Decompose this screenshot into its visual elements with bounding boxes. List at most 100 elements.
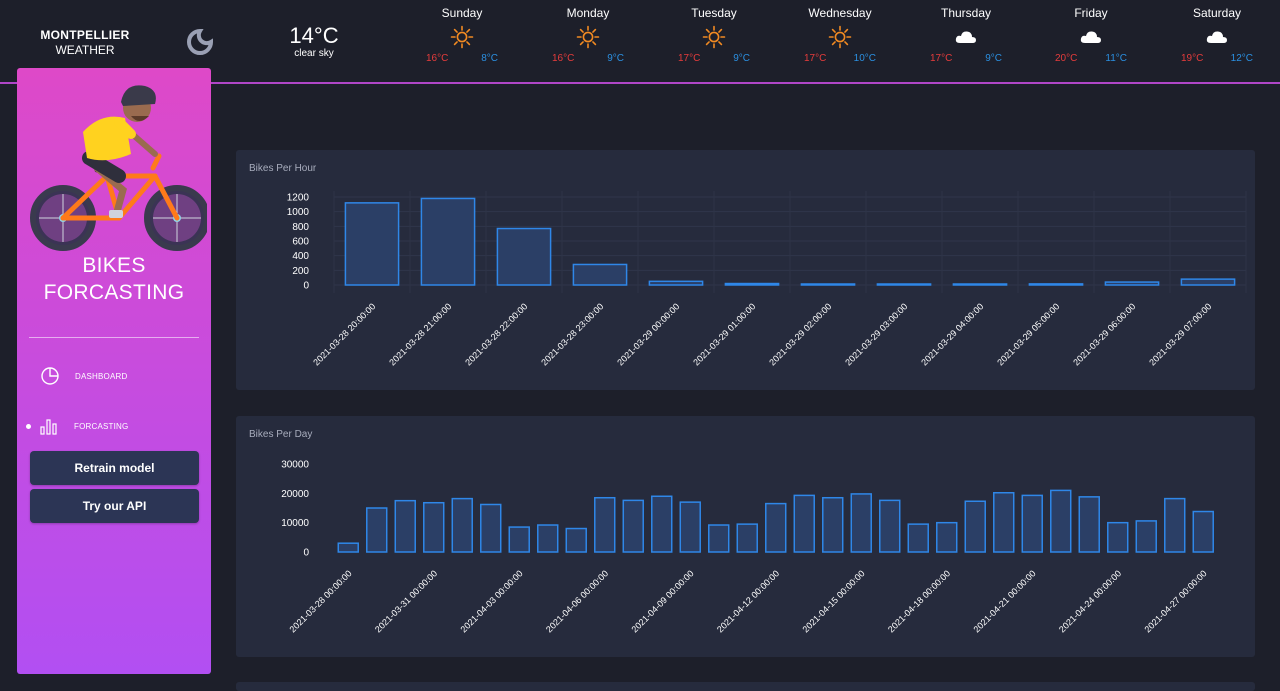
try-api-button[interactable]: Try our API <box>30 489 199 523</box>
x-tick-label: 2021-03-28 20:00:00 <box>311 301 377 367</box>
bar[interactable] <box>344 202 400 286</box>
bar[interactable] <box>736 523 758 553</box>
bar[interactable] <box>1135 520 1157 553</box>
sidebar-item-label: DASHBOARD <box>75 371 128 381</box>
bar[interactable] <box>423 501 445 553</box>
bar[interactable] <box>565 527 587 553</box>
cloud-icon <box>918 22 1014 52</box>
sidebar-item-dashboard[interactable]: DASHBOARD <box>29 363 199 389</box>
forecast-min: 12°C <box>1230 53 1253 64</box>
y-tick-label: 0 <box>303 548 309 559</box>
forecast-day-name: Saturday <box>1192 6 1242 20</box>
bar[interactable] <box>366 507 388 553</box>
bar[interactable] <box>765 502 787 553</box>
bar[interactable] <box>1180 278 1236 286</box>
bar[interactable] <box>537 524 559 553</box>
x-tick-label: 2021-03-29 01:00:00 <box>691 301 757 367</box>
y-tick-label: 20000 <box>281 489 309 500</box>
bar[interactable] <box>480 503 502 553</box>
bar[interactable] <box>879 499 901 553</box>
y-tick-label: 800 <box>292 222 309 233</box>
bikes-per-day-card: Bikes Per Day 30000 20000 10000 0 2021-03-28… <box>236 416 1255 657</box>
bar[interactable] <box>1104 281 1160 286</box>
bar[interactable] <box>337 542 359 553</box>
forecast-day-name: Wednesday <box>808 6 872 20</box>
bar[interactable] <box>394 499 416 553</box>
forecast-day: Wednesday 17°C 10°C <box>792 6 888 64</box>
forecast-day: Tuesday 17°C 9°C <box>666 6 762 64</box>
forecast-day: Friday 20°C 11°C <box>1043 6 1139 64</box>
bar[interactable] <box>1164 497 1186 553</box>
bar[interactable] <box>1078 496 1100 553</box>
x-tick-label: 2021-04-12 00:00:00 <box>715 568 781 634</box>
theme-toggle-moon-icon[interactable] <box>186 28 214 56</box>
bar[interactable] <box>952 283 1008 286</box>
bar[interactable] <box>679 501 701 553</box>
bar[interactable] <box>964 500 986 553</box>
x-tick-label: 2021-03-28 00:00:00 <box>287 568 353 634</box>
forecast-day-name: Friday <box>1074 6 1108 20</box>
sidebar: BIKES FORCASTING DASHBOARD FORCASTING Re… <box>17 68 211 674</box>
bikes-per-hour-chart: 1200 1000 800 600 400 200 02021-03-28 20:00:00… <box>287 191 1247 368</box>
sidebar-item-label: FORCASTING <box>74 421 129 431</box>
bar[interactable] <box>1107 521 1129 553</box>
x-tick-label: 2021-03-29 05:00:00 <box>995 301 1061 367</box>
bar[interactable] <box>1021 494 1043 553</box>
pie-chart-icon <box>40 365 62 387</box>
bar[interactable] <box>1028 283 1084 286</box>
x-tick-label: 2021-03-31 00:00:00 <box>373 568 439 634</box>
bar[interactable] <box>800 283 856 286</box>
forecast-day: Thursday 17°C 9°C <box>918 6 1014 64</box>
bar[interactable] <box>572 263 628 286</box>
bar[interactable] <box>850 493 872 553</box>
sidebar-item-forcasting[interactable]: FORCASTING <box>26 413 199 439</box>
cloud-icon <box>1043 22 1139 52</box>
retrain-model-button[interactable]: Retrain model <box>30 451 199 485</box>
bar[interactable] <box>508 526 530 553</box>
y-tick-label: 30000 <box>281 460 309 471</box>
current-temperature: 14°C <box>289 23 339 48</box>
bar[interactable] <box>496 227 552 286</box>
y-tick-label: 1200 <box>287 193 310 204</box>
bar[interactable] <box>622 499 644 553</box>
forecast-day-name: Sunday <box>441 6 483 20</box>
y-tick-label: 400 <box>292 251 309 262</box>
cyclist-illustration <box>30 85 207 251</box>
sun-icon <box>666 22 762 52</box>
bar[interactable] <box>1192 510 1214 553</box>
bar[interactable] <box>936 521 958 553</box>
y-tick-label: 1000 <box>287 207 310 218</box>
current-weather: 14°C clear sky <box>270 23 358 60</box>
x-tick-label: 2021-03-29 07:00:00 <box>1147 301 1213 367</box>
bar[interactable] <box>648 280 704 286</box>
forecast-day-name: Thursday <box>940 6 992 20</box>
bar[interactable] <box>651 495 673 553</box>
forecast-min: 10°C <box>853 53 876 64</box>
bar[interactable] <box>793 494 815 553</box>
bar[interactable] <box>708 524 730 553</box>
sidebar-divider <box>29 337 199 338</box>
x-tick-label: 2021-04-03 00:00:00 <box>458 568 524 634</box>
bar[interactable] <box>451 497 473 553</box>
bar[interactable] <box>822 496 844 553</box>
bar[interactable] <box>1050 489 1072 553</box>
x-tick-label: 2021-03-29 03:00:00 <box>843 301 909 367</box>
x-tick-label: 2021-03-29 02:00:00 <box>767 301 833 367</box>
bikes-per-hour-card: Bikes Per Hour 1200 1000 800 600 400 200 0 2021… <box>236 150 1255 390</box>
sun-icon <box>414 22 510 52</box>
bar[interactable] <box>724 282 780 286</box>
bar[interactable] <box>876 283 932 286</box>
forecast-min: 9°C <box>607 53 624 64</box>
bar[interactable] <box>993 491 1015 553</box>
forecast-min: 9°C <box>985 53 1002 64</box>
bar[interactable] <box>594 496 616 553</box>
active-indicator <box>26 423 31 429</box>
y-tick-label: 0 <box>303 281 309 292</box>
forecast-min: 8°C <box>481 53 498 64</box>
forecast-day-name: Tuesday <box>691 6 737 20</box>
bar[interactable] <box>907 523 929 553</box>
bar[interactable] <box>420 197 476 286</box>
x-tick-label: 2021-03-28 23:00:00 <box>539 301 605 367</box>
app-title: BIKES FORCASTING <box>17 252 211 306</box>
forecast-max: 17°C <box>678 53 701 64</box>
